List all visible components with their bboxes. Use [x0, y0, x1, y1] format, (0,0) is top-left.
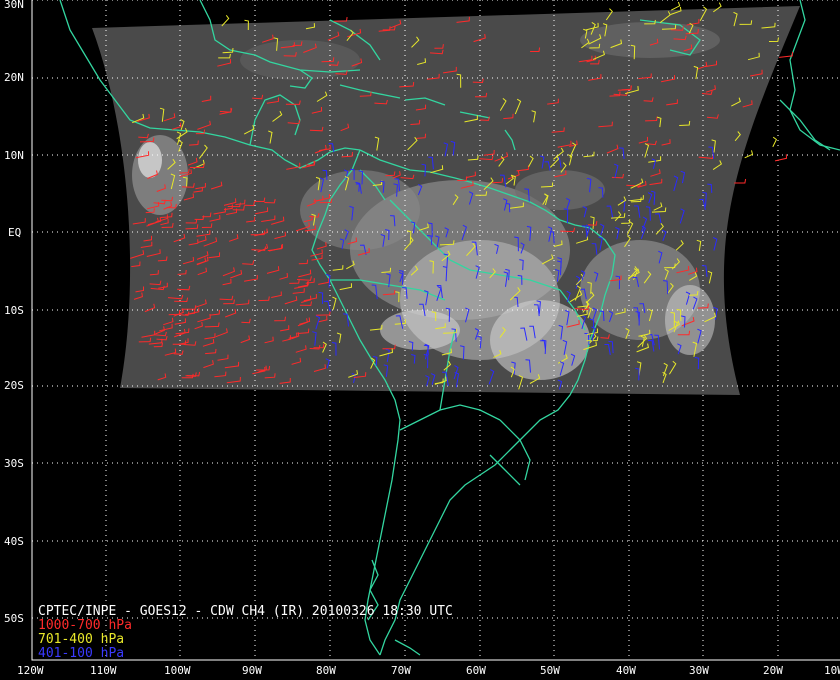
lon-label: 40W — [616, 664, 636, 677]
lat-label: 10N — [4, 149, 24, 162]
lat-label: EQ — [8, 226, 21, 239]
lat-label: 20N — [4, 71, 24, 84]
lat-label: 30S — [4, 457, 24, 470]
lon-label: 110W — [90, 664, 117, 677]
lon-label: 120W — [17, 664, 44, 677]
satellite-wind-map: 30N 20N 10N EQ 10S 20S 30S 40S 50S 120W … — [0, 0, 840, 680]
lon-label: 50W — [540, 664, 560, 677]
legend-high-level: 401-100 hPa — [38, 646, 125, 661]
lon-label: 90W — [242, 664, 262, 677]
lat-label: 20S — [4, 379, 24, 392]
lon-label: 10W — [824, 664, 840, 677]
lon-label: 80W — [316, 664, 336, 677]
lon-label: 100W — [164, 664, 191, 677]
lat-label: 50S — [4, 612, 24, 625]
legend-mid-level: 701-400 hPa — [38, 632, 125, 647]
lat-label: 10S — [4, 304, 24, 317]
legend-low-level: 1000-700 hPa — [38, 618, 132, 633]
lat-label: 40S — [4, 535, 24, 548]
ir-imagery-swath — [92, 6, 800, 395]
lon-label: 30W — [689, 664, 709, 677]
lat-label: 30N — [4, 0, 24, 11]
lon-label: 60W — [466, 664, 486, 677]
lon-label: 70W — [391, 664, 411, 677]
map-caption: CPTEC/INPE - GOES12 - CDW CH4 (IR) 20100… — [38, 604, 453, 619]
lon-label: 20W — [763, 664, 783, 677]
